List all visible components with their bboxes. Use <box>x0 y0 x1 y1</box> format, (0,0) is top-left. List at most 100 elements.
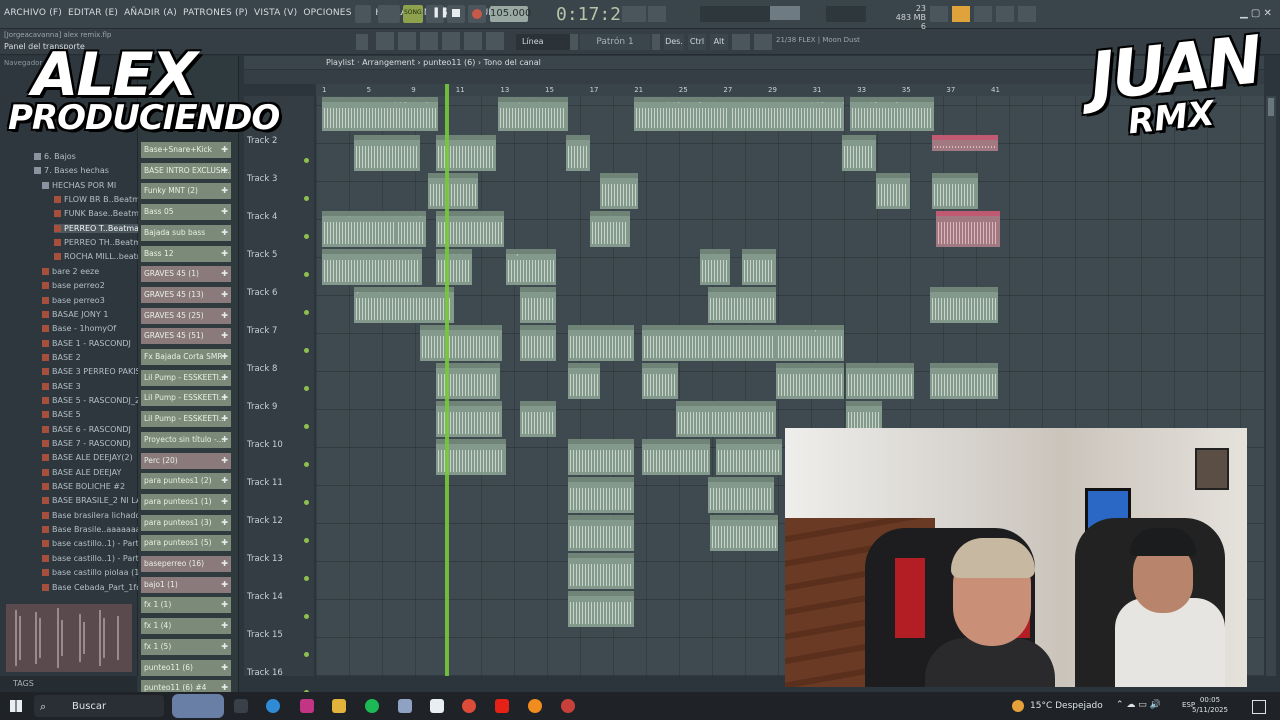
stop-button[interactable] <box>447 5 465 23</box>
spotify-icon[interactable] <box>365 699 379 713</box>
audio-clip[interactable] <box>776 363 844 399</box>
channel-button[interactable]: GRAVES 45 (25) <box>141 307 231 324</box>
channel-button[interactable]: fx 1 (5) <box>141 638 231 655</box>
browser-file[interactable]: BASAE JONY 1 <box>42 310 108 319</box>
audio-clip[interactable] <box>600 173 638 209</box>
audio-clip[interactable]: fx 1 (1) <box>436 249 472 285</box>
audio-clip[interactable] <box>710 401 776 437</box>
tags-bar[interactable]: TAGS <box>0 676 137 692</box>
audio-clip[interactable] <box>930 287 998 323</box>
track-mute-led[interactable] <box>304 500 309 505</box>
channel-button[interactable]: fx 1 (1) <box>141 597 231 614</box>
mixer-button[interactable] <box>996 6 1014 22</box>
channel-button[interactable]: GRAVES 45 (51) <box>141 328 231 345</box>
windows-start-icon[interactable] <box>10 700 22 712</box>
step-edit-button[interactable] <box>648 6 666 22</box>
channel-button[interactable]: bajo1 (1) <box>141 576 231 593</box>
audio-clip[interactable] <box>642 439 710 475</box>
audio-clip[interactable] <box>520 325 556 361</box>
song-mode-toggle[interactable]: SONG <box>403 5 423 23</box>
browser-file[interactable]: BASE ALE DEEJAY <box>42 468 121 477</box>
channel-button[interactable]: Perc (20) <box>141 452 231 469</box>
browser-file[interactable]: BASE 2 <box>42 353 81 362</box>
audio-clip[interactable] <box>568 363 600 399</box>
track-mute-led[interactable] <box>304 386 309 391</box>
audio-clip[interactable]: SLAY..(vocals) <box>498 97 568 131</box>
audio-clip[interactable] <box>930 363 998 399</box>
track-mute-led[interactable] <box>304 196 309 201</box>
channel-button[interactable]: Bajada sub bass <box>141 224 231 241</box>
audio-clip[interactable] <box>642 325 710 361</box>
browser-folder[interactable]: 7. Bases hechas <box>34 166 109 175</box>
microphone-icon[interactable] <box>486 32 504 50</box>
audio-clip[interactable]: Bas..d2 <box>642 363 678 399</box>
menu-item[interactable]: VISTA (V) <box>254 8 297 18</box>
menu-item[interactable]: AÑADIR (A) <box>124 8 177 18</box>
browser-folder[interactable]: HECHAS POR MI <box>42 181 116 190</box>
track-mute-led[interactable] <box>304 158 309 163</box>
audio-clip[interactable]: Baseo Se..Bpm SMR <box>776 325 844 361</box>
audio-clip[interactable]: Bajada..b bass <box>506 249 556 285</box>
notifications-icon[interactable] <box>1252 700 1266 714</box>
edge-icon[interactable] <box>266 699 280 713</box>
rewind-button[interactable] <box>378 5 400 23</box>
browser-file[interactable]: base castillo..1) - Part_5 <box>42 554 148 563</box>
arrow-view-button[interactable] <box>464 32 482 50</box>
audio-clip[interactable] <box>568 439 634 475</box>
audio-clip[interactable] <box>568 325 634 361</box>
news-widget[interactable] <box>172 694 224 718</box>
file-explorer-icon[interactable] <box>332 699 346 713</box>
audio-clip[interactable] <box>428 173 478 209</box>
audio-clip[interactable] <box>932 135 998 151</box>
channel-button[interactable]: para punteos1 (3) <box>141 514 231 531</box>
audio-clip[interactable] <box>842 135 876 171</box>
browser-file[interactable]: BASE ALE DEEJAY(2) <box>42 453 133 462</box>
audio-clip[interactable] <box>710 325 776 361</box>
audio-clip[interactable] <box>716 439 782 475</box>
track-name[interactable]: Track 16 <box>247 668 283 678</box>
channel-button[interactable]: GRAVES 45 (13) <box>141 286 231 303</box>
audio-clip[interactable] <box>846 363 914 399</box>
channel-button[interactable]: fx 1 (4) <box>141 618 231 635</box>
browser-file[interactable]: BASE 7 - RASCONDJ <box>42 439 131 448</box>
track-mute-led[interactable] <box>304 310 309 315</box>
pattern-selector[interactable]: Patrón 1 <box>580 34 650 50</box>
audio-clip[interactable]: EFECTO 3 .83ARMIX <box>322 249 422 285</box>
shift-key-button[interactable]: Des. <box>664 34 684 50</box>
browser-file[interactable]: BASE 5 <box>42 410 81 419</box>
channel-button[interactable]: Lil Pump - ESSKEETI... <box>141 411 231 428</box>
fl-news-button[interactable] <box>952 6 970 22</box>
track-mute-led[interactable] <box>304 424 309 429</box>
browser-file[interactable]: base perreo2 <box>42 281 105 290</box>
window-controls[interactable]: ▁ ▢ ✕ <box>1240 8 1272 19</box>
playlist-view-button[interactable] <box>376 32 394 50</box>
audio-clip[interactable] <box>876 173 910 209</box>
tempo-display[interactable]: 105.000 <box>490 6 531 22</box>
channel-button[interactable]: Lil Pump - ESSKEETI... <box>141 369 231 386</box>
channel-button[interactable]: Lil Pump - ESSKEETI... <box>141 390 231 407</box>
audio-clip[interactable] <box>354 135 420 171</box>
audio-clip[interactable]: GRA..1) <box>396 211 426 247</box>
scrollbar-thumb[interactable] <box>1268 98 1274 116</box>
track-name[interactable]: Track 10 <box>247 440 283 450</box>
playhead[interactable] <box>445 84 449 676</box>
audio-clip[interactable]: SLAYTER..(A) [vocals] <box>634 97 730 131</box>
menu-item[interactable]: ARCHIVO (F) <box>4 8 62 18</box>
youtube-icon[interactable] <box>495 699 509 713</box>
loop-record-button[interactable] <box>732 34 750 50</box>
audio-clip[interactable] <box>568 477 634 513</box>
track-name[interactable]: Track 6 <box>247 288 277 298</box>
track-mute-led[interactable] <box>304 614 309 619</box>
track-mute-led[interactable] <box>304 348 309 353</box>
fl-studio-icon[interactable] <box>528 699 542 713</box>
weather-text[interactable]: 15°C Despejado <box>1030 701 1103 711</box>
audio-clip[interactable] <box>590 211 630 247</box>
channel-button[interactable]: para punteos1 (5) <box>141 535 231 552</box>
audio-clip[interactable]: SLAYTER x Cris 31BRW(A) [vocals] <box>322 97 438 131</box>
track-mute-led[interactable] <box>304 234 309 239</box>
audio-clip[interactable] <box>710 515 778 551</box>
browser-file[interactable]: BASE 6 - RASCONDJ <box>42 425 131 434</box>
menu-item[interactable]: PATRONES (P) <box>183 8 248 18</box>
plugin-picker-button[interactable] <box>974 6 992 22</box>
ctrl-key-button[interactable]: Ctrl <box>688 34 706 50</box>
